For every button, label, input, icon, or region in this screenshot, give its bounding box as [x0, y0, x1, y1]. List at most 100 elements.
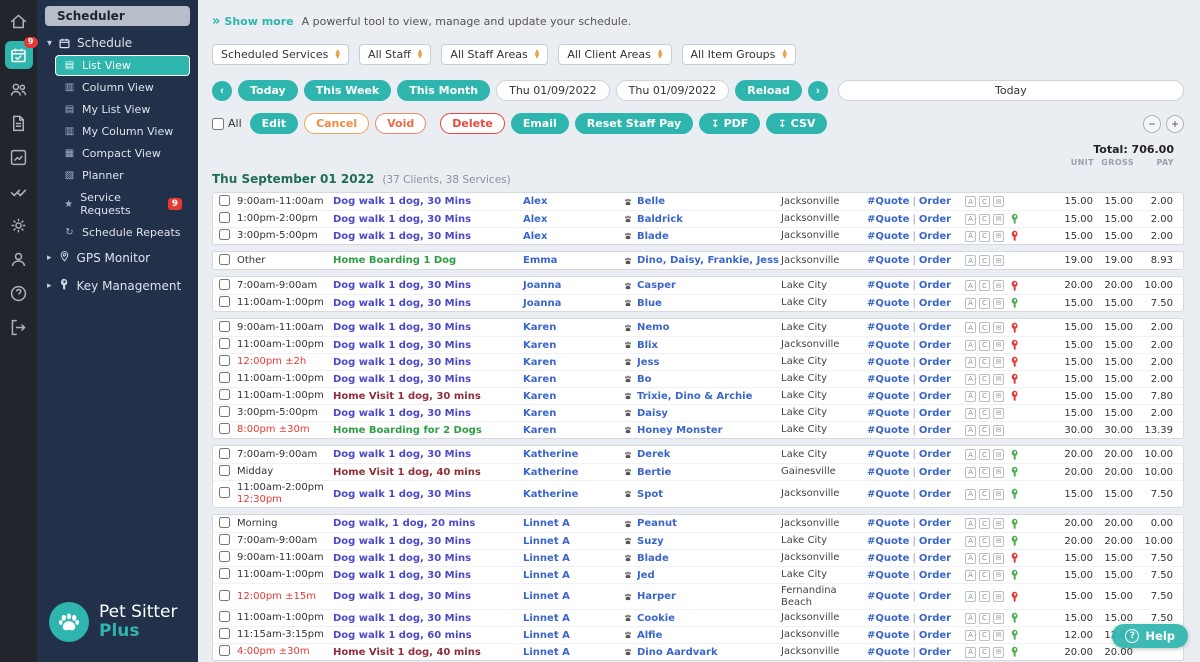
confirm-icon-button[interactable]: C: [979, 518, 990, 529]
quote-link[interactable]: #Quote: [867, 553, 909, 564]
row-checkbox[interactable]: [219, 611, 230, 622]
row-checkbox[interactable]: [219, 568, 230, 579]
mail-icon-button[interactable]: ✉: [993, 390, 1004, 402]
quote-link[interactable]: #Quote: [867, 591, 909, 602]
mail-icon-button[interactable]: ✉: [993, 535, 1004, 547]
mail-icon-button[interactable]: ✉: [993, 569, 1004, 581]
home-icon[interactable]: [5, 7, 33, 35]
acknowledge-icon-button[interactable]: A: [965, 297, 976, 309]
service-link[interactable]: Dog walk 1 dog, 30 Mins: [333, 214, 523, 225]
reload-button[interactable]: Reload: [735, 80, 802, 101]
row-checkbox[interactable]: [219, 406, 230, 417]
sidebar-item-gps-monitor[interactable]: ▸ GPS Monitor: [37, 244, 198, 272]
schedule-row[interactable]: Other Home Boarding 1 Dog Emma Dino, Dai…: [213, 252, 1183, 269]
confirm-icon-button[interactable]: C: [979, 646, 990, 658]
zoom-out-button[interactable]: −: [1143, 114, 1161, 133]
sidebar-item-my-column-view[interactable]: ▥ My Column View: [55, 121, 190, 142]
schedule-row[interactable]: 11:00am-1:00pm Dog walk 1 dog, 30 Mins K…: [213, 370, 1183, 387]
row-checkbox[interactable]: [219, 534, 230, 545]
pet-link[interactable]: Alfie: [637, 630, 662, 641]
schedule-row[interactable]: Morning Dog walk, 1 dog, 20 mins Linnet …: [213, 515, 1183, 532]
row-checkbox[interactable]: [219, 320, 230, 332]
pet-link[interactable]: Blade: [637, 231, 669, 242]
order-link[interactable]: Order: [919, 449, 951, 460]
staff-link[interactable]: Linnet A: [523, 570, 623, 581]
mail-icon-button[interactable]: ✉: [993, 196, 1004, 207]
order-link[interactable]: Order: [919, 231, 951, 242]
quote-link[interactable]: #Quote: [867, 647, 909, 658]
service-link[interactable]: Dog walk 1 dog, 30 Mins: [333, 357, 523, 368]
order-link[interactable]: Order: [919, 374, 951, 385]
schedule-row[interactable]: 11:15am-3:15pm Dog walk 1 dog, 60 mins L…: [213, 626, 1183, 643]
acknowledge-icon-button[interactable]: A: [965, 629, 976, 641]
row-checkbox[interactable]: [219, 372, 230, 383]
order-link[interactable]: Order: [919, 298, 951, 309]
mail-icon-button[interactable]: ✉: [993, 449, 1004, 460]
order-link[interactable]: Order: [919, 489, 951, 500]
void-button[interactable]: Void: [375, 113, 427, 134]
sidebar-item-list-view[interactable]: ▤ List View: [55, 55, 190, 76]
confirm-icon-button[interactable]: C: [979, 629, 990, 641]
row-checkbox[interactable]: [219, 423, 230, 434]
staff-link[interactable]: Linnet A: [523, 613, 623, 624]
order-link[interactable]: Order: [919, 467, 951, 478]
staff-link[interactable]: Joanna: [523, 280, 623, 291]
pet-link[interactable]: Jess: [637, 357, 659, 368]
pet-link[interactable]: Blix: [637, 340, 658, 351]
staff-link[interactable]: Karen: [523, 340, 623, 351]
quote-link[interactable]: #Quote: [867, 570, 909, 581]
staff-link[interactable]: Linnet A: [523, 647, 623, 658]
sidebar-item-planner[interactable]: ▧ Planner: [55, 165, 190, 186]
date-range-bar[interactable]: Today: [837, 80, 1184, 101]
pet-link[interactable]: Baldrick: [637, 214, 683, 225]
acknowledge-icon-button[interactable]: A: [965, 424, 976, 436]
csv-button[interactable]: ↧ CSV: [766, 113, 828, 134]
schedule-row[interactable]: 9:00am-11:00am Dog walk 1 dog, 30 Mins A…: [213, 193, 1183, 210]
order-link[interactable]: Order: [919, 518, 951, 529]
pet-link[interactable]: Trixie, Dino & Archie: [637, 391, 752, 402]
acknowledge-icon-button[interactable]: A: [965, 488, 976, 500]
order-link[interactable]: Order: [919, 357, 951, 368]
acknowledge-icon-button[interactable]: A: [965, 552, 976, 564]
row-checkbox[interactable]: [219, 516, 230, 528]
acknowledge-icon-button[interactable]: A: [965, 280, 976, 291]
schedule-row[interactable]: 11:00am-1:00pm Dog walk 1 dog, 30 Mins L…: [213, 609, 1183, 626]
staff-link[interactable]: Joanna: [523, 298, 623, 309]
this-month-button[interactable]: This Month: [397, 80, 491, 101]
row-checkbox[interactable]: [219, 447, 230, 459]
order-link[interactable]: Order: [919, 322, 951, 333]
sidebar-item-schedule-repeats[interactable]: ↻ Schedule Repeats: [55, 222, 190, 243]
mail-icon-button[interactable]: ✉: [993, 213, 1004, 225]
service-link[interactable]: Dog walk 1 dog, 30 Mins: [333, 536, 523, 547]
service-link[interactable]: Dog walk 1 dog, 30 Mins: [333, 374, 523, 385]
confirm-icon-button[interactable]: C: [979, 280, 990, 291]
staff-link[interactable]: Alex: [523, 196, 623, 207]
reset-staff-pay-button[interactable]: Reset Staff Pay: [574, 113, 694, 134]
mail-icon-button[interactable]: ✉: [993, 518, 1004, 529]
mail-icon-button[interactable]: ✉: [993, 373, 1004, 385]
confirm-icon-button[interactable]: C: [979, 591, 990, 602]
sidebar-section-schedule[interactable]: ▾ Schedule: [37, 30, 198, 54]
quote-link[interactable]: #Quote: [867, 340, 909, 351]
quote-link[interactable]: #Quote: [867, 518, 909, 529]
acknowledge-icon-button[interactable]: A: [965, 230, 976, 242]
staff-link[interactable]: Linnet A: [523, 591, 623, 602]
confirm-icon-button[interactable]: C: [979, 339, 990, 351]
pet-link[interactable]: Daisy: [637, 408, 668, 419]
mail-icon-button[interactable]: ✉: [993, 297, 1004, 309]
quote-link[interactable]: #Quote: [867, 449, 909, 460]
approvals-icon[interactable]: [5, 177, 33, 205]
zoom-in-button[interactable]: +: [1166, 114, 1184, 133]
quote-link[interactable]: #Quote: [867, 357, 909, 368]
sidebar-item-service-requests[interactable]: ★ Service Requests 9: [55, 187, 190, 221]
pet-link[interactable]: Harper: [637, 591, 676, 602]
next-day-button[interactable]: ›: [807, 80, 828, 101]
confirm-icon-button[interactable]: C: [979, 255, 990, 266]
acknowledge-icon-button[interactable]: A: [965, 339, 976, 351]
order-link[interactable]: Order: [919, 408, 951, 419]
acknowledge-icon-button[interactable]: A: [965, 612, 976, 624]
schedule-row[interactable]: 7:00am-9:00am Dog walk 1 dog, 30 Mins Li…: [213, 532, 1183, 549]
schedule-row[interactable]: 9:00am-11:00am Dog walk 1 dog, 30 Mins K…: [213, 319, 1183, 336]
row-checkbox[interactable]: [219, 551, 230, 562]
sidebar-item-column-view[interactable]: ▥ Column View: [55, 77, 190, 98]
